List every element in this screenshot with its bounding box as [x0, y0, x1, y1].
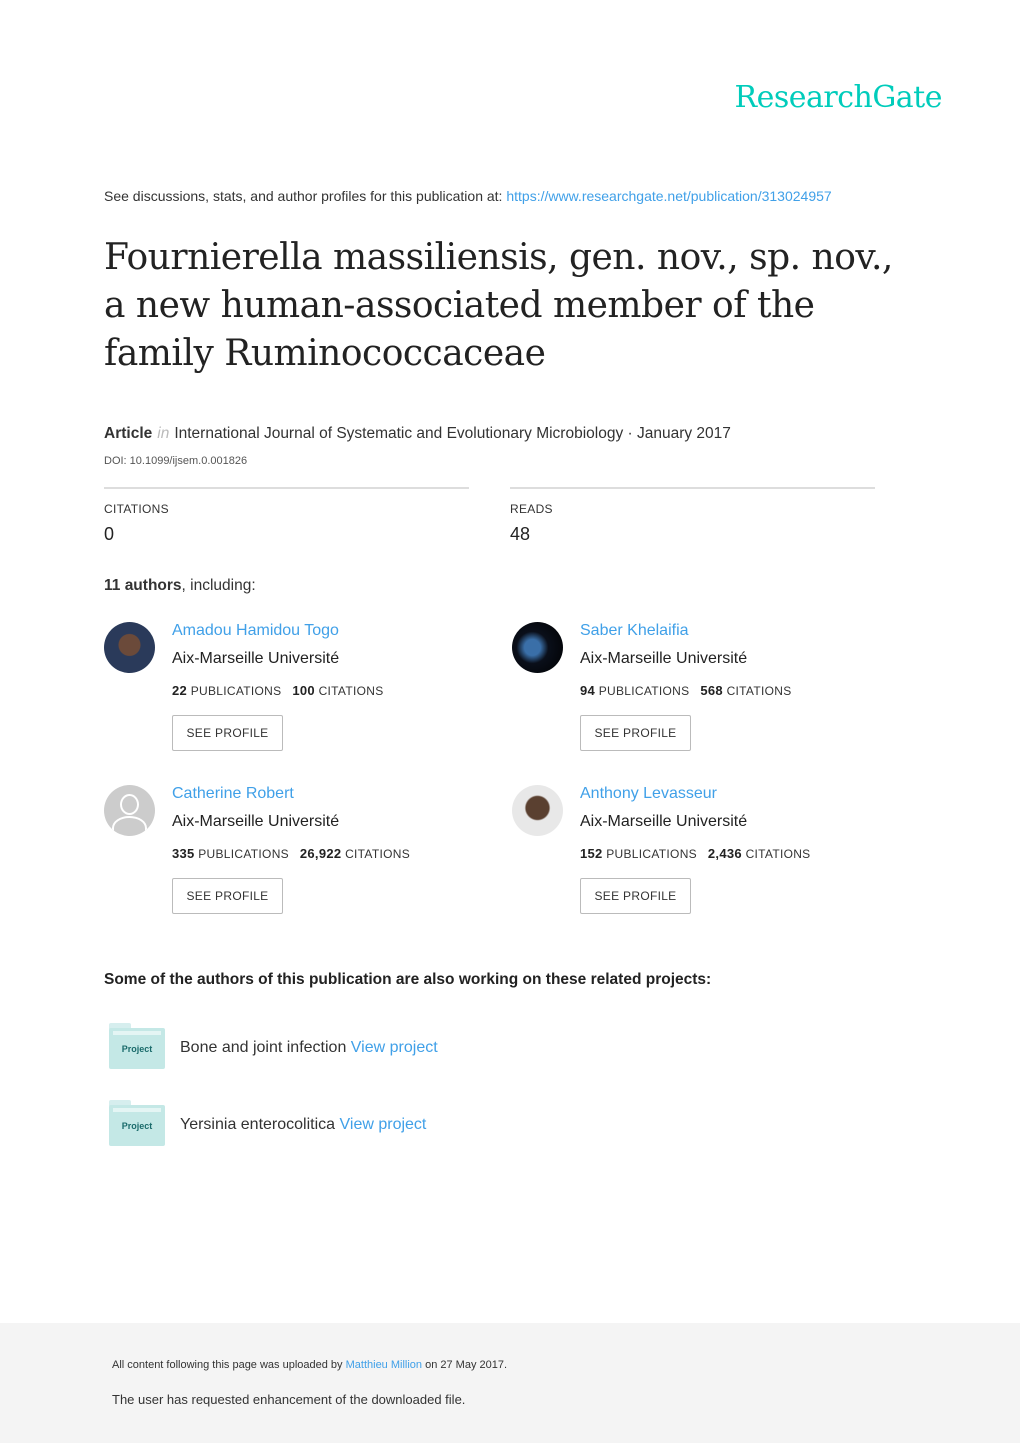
- publications-count: 22: [172, 683, 188, 698]
- author-name-link[interactable]: Amadou Hamidou Togo: [172, 622, 339, 640]
- publications-label: PUBLICATIONS: [606, 847, 697, 861]
- author-card: Saber Khelaifia Aix-Marseille Université…: [512, 622, 912, 762]
- author-avatar[interactable]: [512, 785, 563, 836]
- upload-info: All content following this page was uplo…: [112, 1359, 507, 1371]
- author-card: Catherine Robert Aix-Marseille Universit…: [104, 785, 504, 925]
- citations-count: 2,436: [707, 846, 742, 861]
- see-profile-button[interactable]: SEE PROFILE: [172, 715, 283, 751]
- discussion-line: See discussions, stats, and author profi…: [104, 188, 832, 204]
- project-name: Yersinia enterocolitica: [180, 1116, 336, 1133]
- publications-label: PUBLICATIONS: [190, 684, 282, 698]
- authors-count: 11 authors, including:: [104, 577, 256, 595]
- author-affiliation: Aix-Marseille Université: [580, 650, 748, 667]
- project-folder-icon[interactable]: Project: [108, 1023, 165, 1069]
- citations-count: 100: [292, 683, 315, 698]
- uploader-link[interactable]: Matthieu Million: [346, 1359, 422, 1371]
- see-profile-button[interactable]: SEE PROFILE: [580, 878, 691, 914]
- author-affiliation: Aix-Marseille Université: [580, 813, 748, 830]
- author-stats: 335 PUBLICATIONS 26,922 CITATIONS: [172, 846, 410, 861]
- publication-url-link[interactable]: https://www.researchgate.net/publication…: [506, 188, 831, 204]
- citations-count: 568: [700, 683, 723, 698]
- related-projects-heading: Some of the authors of this publication …: [104, 971, 712, 988]
- upload-prefix: All content following this page was uplo…: [112, 1359, 346, 1371]
- author-stats: 152 PUBLICATIONS 2,436 CITATIONS: [580, 846, 810, 861]
- author-card: Amadou Hamidou Togo Aix-Marseille Univer…: [104, 622, 504, 762]
- publications-label: PUBLICATIONS: [198, 847, 289, 861]
- authors-count-suffix: , including:: [181, 577, 256, 594]
- view-project-link[interactable]: View project: [340, 1116, 427, 1133]
- see-profile-button[interactable]: SEE PROFILE: [172, 878, 283, 914]
- publications-label: PUBLICATIONS: [598, 684, 690, 698]
- upload-suffix: on 27 May 2017.: [422, 1359, 508, 1371]
- author-avatar[interactable]: [512, 622, 563, 673]
- citations-label: CITATIONS: [104, 502, 169, 516]
- publications-count: 335: [172, 846, 195, 861]
- citations-stat: CITATIONS 0: [104, 487, 469, 545]
- publications-count: 152: [580, 846, 603, 861]
- see-profile-button[interactable]: SEE PROFILE: [580, 715, 691, 751]
- citations-label: CITATIONS: [345, 847, 410, 861]
- author-name-link[interactable]: Anthony Levasseur: [580, 785, 717, 803]
- publication-type: Article: [104, 425, 153, 442]
- author-card: Anthony Levasseur Aix-Marseille Universi…: [512, 785, 912, 925]
- reads-label: READS: [510, 502, 553, 516]
- citations-count: 26,922: [299, 846, 342, 861]
- author-name-link[interactable]: Catherine Robert: [172, 785, 294, 803]
- journal: International Journal of Systematic and …: [174, 425, 731, 442]
- reads-value: 48: [510, 524, 531, 544]
- publications-count: 94: [580, 683, 596, 698]
- project-name: Bone and joint infection: [180, 1039, 347, 1056]
- in-label: in: [157, 425, 170, 442]
- footer: All content following this page was uplo…: [0, 1323, 1020, 1443]
- authors-count-number: 11 authors: [104, 577, 182, 594]
- discussion-text: See discussions, stats, and author profi…: [104, 188, 507, 204]
- doi: DOI: 10.1099/ijsem.0.001826: [104, 455, 248, 467]
- researchgate-logo[interactable]: ResearchGate: [734, 80, 942, 115]
- publication-meta: Article in International Journal of System…: [104, 425, 731, 443]
- citations-label: CITATIONS: [726, 684, 792, 698]
- citations-label: CITATIONS: [318, 684, 384, 698]
- reads-stat: READS 48: [510, 487, 875, 545]
- author-avatar[interactable]: [104, 785, 155, 836]
- project-folder-icon[interactable]: Project: [108, 1100, 165, 1146]
- author-affiliation: Aix-Marseille Université: [172, 650, 340, 667]
- citations-label: CITATIONS: [745, 847, 811, 861]
- citations-value: 0: [104, 524, 115, 544]
- author-stats: 22 PUBLICATIONS 100 CITATIONS: [172, 683, 384, 698]
- author-name-link[interactable]: Saber Khelaifia: [580, 622, 689, 640]
- author-stats: 94 PUBLICATIONS 568 CITATIONS: [580, 683, 792, 698]
- author-avatar[interactable]: [104, 622, 155, 673]
- publication-title: Fournierella massiliensis, gen. nov., sp…: [104, 237, 893, 374]
- author-affiliation: Aix-Marseille Université: [172, 813, 340, 830]
- view-project-link[interactable]: View project: [351, 1039, 438, 1056]
- footer-note: The user has requested enhancement of th…: [112, 1392, 466, 1407]
